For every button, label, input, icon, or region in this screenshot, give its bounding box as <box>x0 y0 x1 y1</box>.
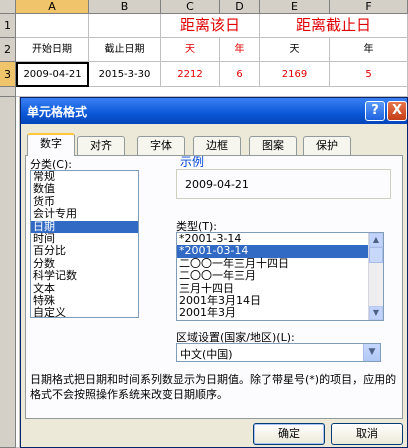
column-header-c[interactable]: C <box>161 0 220 14</box>
category-item[interactable]: 数值 <box>31 182 138 195</box>
cell-e3[interactable]: 2169 <box>260 62 330 87</box>
cell-b3[interactable]: 2015-3-30 <box>89 62 161 87</box>
row-header-1[interactable]: 1 <box>0 14 16 38</box>
row-header-4[interactable] <box>0 87 16 97</box>
dialog-titlebar[interactable]: 单元格格式 ? X <box>21 98 407 124</box>
cell-years-header-2[interactable]: 年 <box>330 38 408 62</box>
row-header-rest[interactable] <box>0 97 16 448</box>
cell-end-date-header[interactable]: 截止日期 <box>89 38 161 62</box>
cell-c3[interactable]: 2212 <box>161 62 220 87</box>
row-header-3[interactable]: 3 <box>0 62 16 87</box>
merged-header-until-deadline[interactable]: 距离截止日 <box>260 14 408 38</box>
type-item[interactable]: 二〇〇一年三月 <box>177 269 383 282</box>
cell-days-header-2[interactable]: 天 <box>260 38 330 62</box>
category-item[interactable]: 自定义 <box>31 306 138 317</box>
sample-box: 2009-04-21 <box>176 169 391 199</box>
format-cells-dialog: 单元格格式 ? X 数字 对齐 字体 边框 图案 保护 分类(C): 常规 数值… <box>20 97 408 448</box>
number-tab-panel: 分类(C): 常规 数值 货币 会计专用 日期 时间 百分比 分数 科学记数 文… <box>25 155 403 419</box>
category-item[interactable]: 科学记数 <box>31 269 138 282</box>
column-header-d[interactable]: D <box>220 0 260 14</box>
sample-value: 2009-04-21 <box>185 178 249 191</box>
type-item[interactable]: 2001年3月 <box>177 306 383 319</box>
type-item-selected[interactable]: *2001-03-14 <box>177 244 383 258</box>
close-icon[interactable]: X <box>387 101 407 121</box>
tab-protection[interactable]: 保护 <box>303 136 351 155</box>
cell-f3[interactable]: 5 <box>330 62 408 87</box>
locale-select[interactable]: 中文(中国) ▼ <box>176 343 381 362</box>
tab-patterns[interactable]: 图案 <box>249 136 297 155</box>
column-header-e[interactable]: E <box>260 0 330 14</box>
format-description: 日期格式把日期和时间系列数显示为日期值。除了带星号(*)的项目，应用的格式不会按… <box>30 373 397 401</box>
cell-a1[interactable] <box>16 14 89 38</box>
row-4-cells[interactable] <box>16 87 408 97</box>
select-all-corner[interactable] <box>0 0 16 14</box>
sample-label: 示例 <box>180 155 205 169</box>
cell-start-date-header[interactable]: 开始日期 <box>16 38 89 62</box>
column-header-b[interactable]: B <box>89 0 161 14</box>
scroll-down-icon[interactable]: ▼ <box>369 306 383 320</box>
ok-button[interactable]: 确定 <box>253 423 325 445</box>
chevron-down-icon[interactable]: ▼ <box>363 344 380 361</box>
cancel-button[interactable]: 取消 <box>331 423 403 445</box>
category-listbox[interactable]: 常规 数值 货币 会计专用 日期 时间 百分比 分数 科学记数 文本 特殊 自定… <box>30 170 139 318</box>
column-header-f[interactable]: F <box>330 0 408 14</box>
category-item[interactable]: 百分比 <box>31 244 138 257</box>
tab-alignment[interactable]: 对齐 <box>77 136 125 155</box>
cell-d3[interactable]: 6 <box>220 62 260 87</box>
help-icon[interactable]: ? <box>365 101 385 121</box>
cell-a3-selected[interactable]: 2009-04-21 <box>16 62 89 87</box>
merged-header-since-date[interactable]: 距离该日 <box>161 14 260 38</box>
dialog-title: 单元格格式 <box>27 105 88 119</box>
locale-value: 中文(中国) <box>180 348 233 361</box>
tab-font[interactable]: 字体 <box>137 136 185 155</box>
type-list-scrollbar[interactable]: ▲ ▼ <box>368 233 383 320</box>
tab-number[interactable]: 数字 <box>27 133 75 156</box>
column-header-a[interactable]: A <box>16 0 89 14</box>
cell-b1[interactable] <box>89 14 161 38</box>
row-header-2[interactable]: 2 <box>0 38 16 62</box>
scroll-up-icon[interactable]: ▲ <box>369 233 383 247</box>
category-item[interactable]: 会计专用 <box>31 207 138 220</box>
type-listbox[interactable]: *2001-3-14 *2001-03-14 二〇〇一年三月十四日 二〇〇一年三… <box>176 232 384 321</box>
cell-days-header-1[interactable]: 天 <box>161 38 220 62</box>
scroll-thumb[interactable] <box>369 247 383 263</box>
cell-years-header-1[interactable]: 年 <box>220 38 260 62</box>
